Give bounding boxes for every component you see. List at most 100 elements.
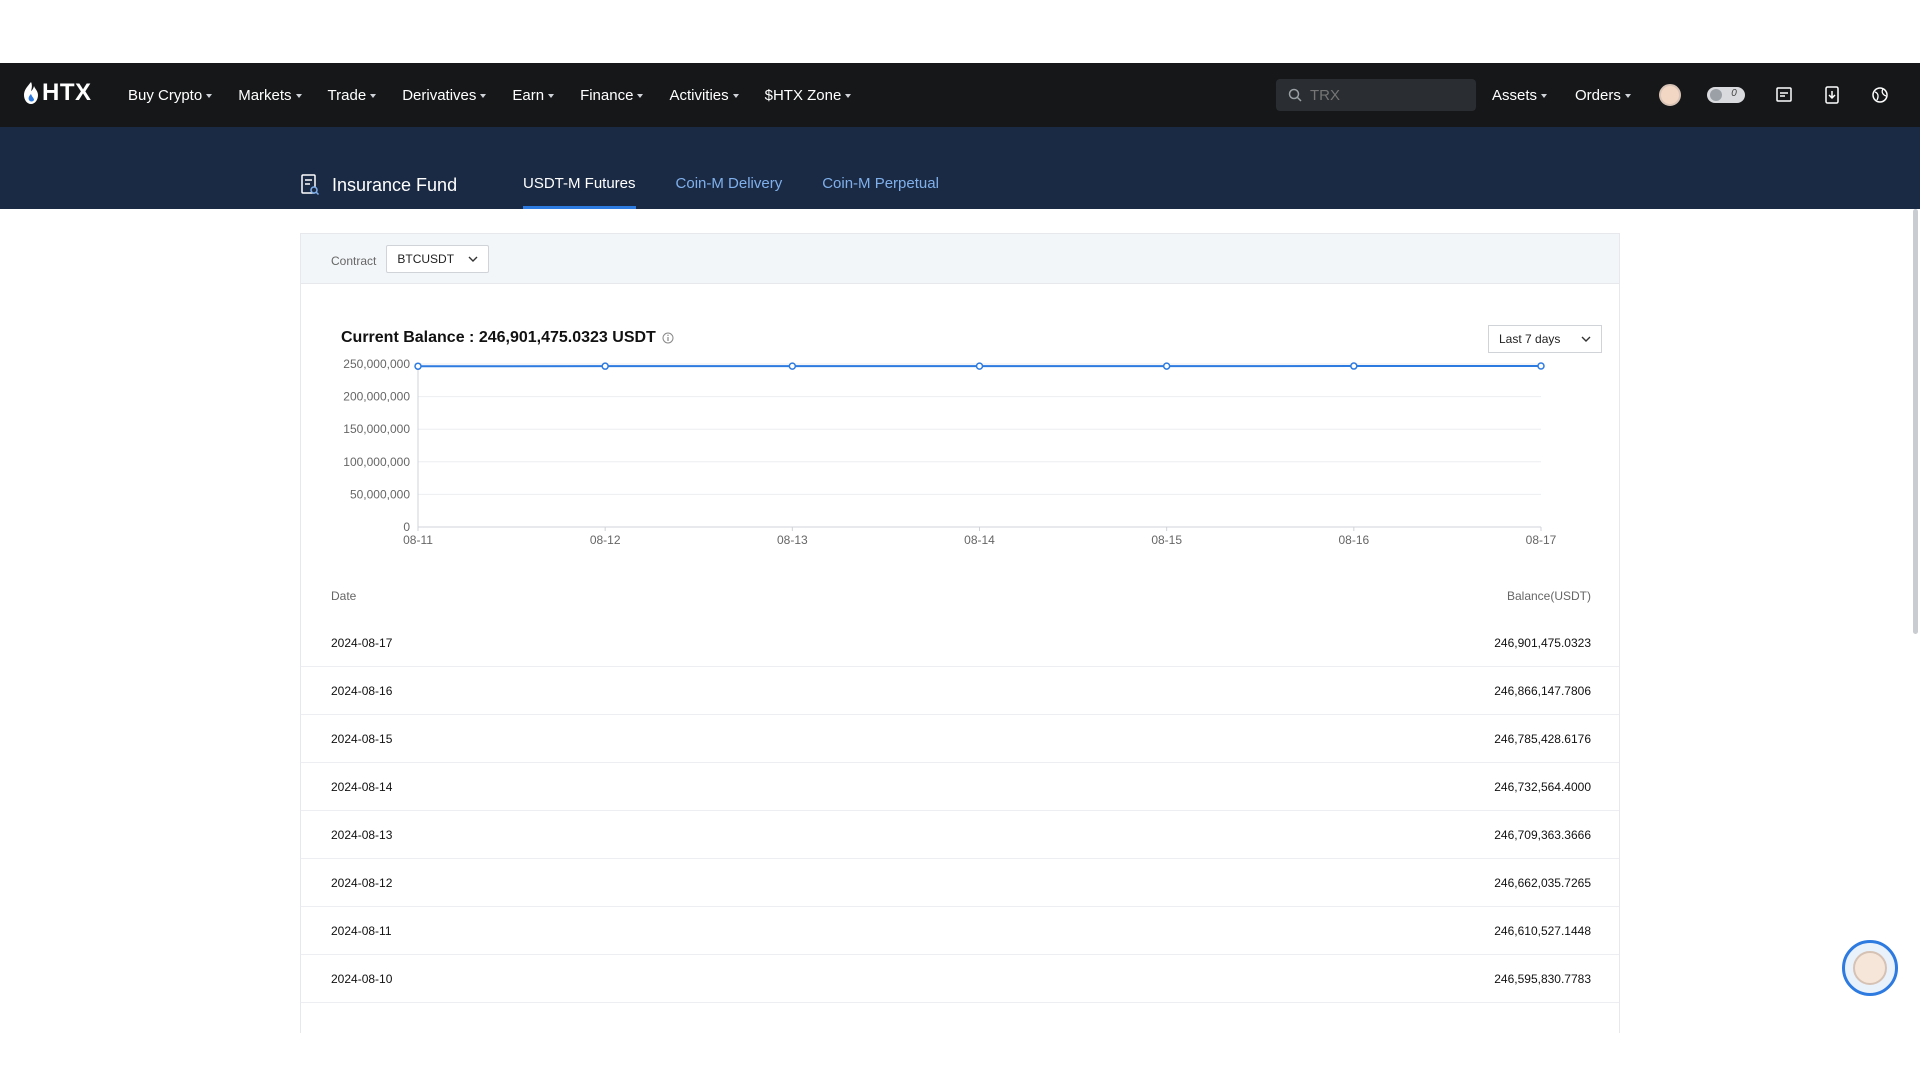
row-date: 2024-08-17	[331, 635, 393, 650]
product-tabs: USDT-M Futures Coin-M Delivery Coin-M Perp…	[523, 165, 979, 209]
y-tick-label: 250,000,000	[343, 357, 410, 371]
search-icon	[1288, 88, 1302, 102]
search-box[interactable]	[1276, 79, 1476, 111]
current-balance: Current Balance : 246,901,475.0323 USDT	[341, 329, 674, 347]
row-balance: 246,610,527.1448	[1494, 923, 1591, 938]
notification-count: 0	[1731, 88, 1737, 99]
data-point	[1350, 362, 1358, 370]
nav-markets-label: Markets	[238, 86, 292, 104]
support-avatar-icon	[1853, 951, 1887, 985]
avatar	[1658, 84, 1681, 106]
nav-buy-crypto-label: Buy Crypto	[128, 86, 203, 104]
nav-assets-label: Assets	[1492, 86, 1538, 104]
notification-toggle[interactable]: 0	[1706, 87, 1745, 103]
x-tick-label: 08-13	[777, 533, 808, 547]
balance-line-chart: 250,000,000 200,000,000 150,000,000 100,000…	[343, 357, 1556, 547]
row-date: 2024-08-14	[331, 779, 393, 794]
chevron-down-icon	[370, 94, 377, 98]
y-tick-label: 50,000,000	[350, 487, 410, 501]
nav-activities[interactable]: Activities	[669, 86, 739, 104]
table-row: 2024-08-13 246,709,363.3666	[301, 811, 1619, 859]
logo-text: HTX	[42, 79, 92, 106]
scrollbar-thumb[interactable]	[1913, 209, 1918, 634]
chevron-down-icon	[1624, 94, 1631, 98]
chevron-down-icon	[295, 94, 302, 98]
y-tick-label: 150,000,000	[343, 422, 410, 436]
x-tick-label: 08-16	[1338, 533, 1369, 547]
data-point	[414, 362, 422, 370]
nav-markets[interactable]: Markets	[238, 86, 302, 104]
chevron-down-icon	[468, 256, 478, 262]
tab-coin-m-perpetual[interactable]: Coin-M Perpetual	[822, 165, 939, 209]
nav-trade[interactable]: Trade	[328, 87, 377, 104]
x-tick-label: 08-12	[590, 533, 621, 547]
y-tick-label: 0	[403, 520, 410, 534]
y-tick-label: 200,000,000	[343, 390, 410, 404]
page-scrollbar[interactable]	[1910, 209, 1920, 634]
table-row: 2024-08-10 246,595,830.7783	[301, 955, 1619, 1003]
page-banner: Insurance Fund USDT-M Futures Coin-M Deli…	[0, 127, 1920, 209]
nav-derivatives[interactable]: Derivatives	[402, 87, 487, 104]
tab-coin-m-delivery[interactable]: Coin-M Delivery	[676, 165, 783, 209]
balance-table: 2024-08-17 246,901,475.0323 2024-08-16 246,…	[301, 619, 1619, 1003]
row-date: 2024-08-12	[331, 875, 393, 890]
nav-htx-zone[interactable]: $HTX Zone	[765, 87, 852, 104]
row-balance: 246,595,830.7783	[1494, 971, 1591, 986]
nav-earn-label: Earn	[512, 86, 545, 104]
nav-assets[interactable]: Assets	[1492, 86, 1548, 104]
htx-logo[interactable]: HTX	[22, 79, 92, 107]
language-button[interactable]	[1869, 84, 1891, 106]
support-chat-button[interactable]	[1842, 940, 1898, 996]
contract-select[interactable]: BTCUSDT	[386, 244, 490, 273]
row-balance: 246,709,363.3666	[1494, 827, 1591, 842]
row-balance: 246,732,564.4000	[1494, 779, 1591, 794]
chevron-down-icon	[548, 94, 555, 98]
flame-icon	[24, 82, 38, 104]
download-icon	[1825, 86, 1839, 104]
chevron-down-icon	[845, 94, 852, 98]
table-row: 2024-08-11 246,610,527.1448	[301, 907, 1619, 955]
filter-bar: Contract BTCUSDT	[301, 234, 1619, 284]
row-date: 2024-08-16	[331, 683, 393, 698]
search-input[interactable]	[1310, 86, 1460, 104]
row-date: 2024-08-10	[331, 971, 393, 986]
row-date: 2024-08-15	[331, 731, 393, 746]
table-row: 2024-08-12 246,662,035.7265	[301, 859, 1619, 907]
data-point	[1162, 362, 1171, 370]
page-title-text: Insurance Fund	[332, 174, 458, 195]
chevron-down-icon	[637, 94, 644, 98]
time-range-select[interactable]: Last 7 days	[1488, 325, 1602, 353]
main-navbar: HTX Buy Crypto Markets Trade Derivatives Ear…	[0, 63, 1920, 127]
globe-icon	[1872, 87, 1888, 103]
user-avatar-button[interactable]	[1658, 84, 1681, 106]
row-date: 2024-08-11	[331, 923, 392, 938]
nav-htx-zone-label: $HTX Zone	[764, 86, 842, 104]
data-point	[601, 362, 609, 370]
current-balance-text: Current Balance : 246,901,475.0323 USDT	[341, 329, 656, 346]
nav-buy-crypto[interactable]: Buy Crypto	[128, 86, 213, 104]
nav-finance[interactable]: Finance	[580, 87, 644, 104]
balance-column-header: Balance(USDT)	[1506, 589, 1591, 603]
x-tick-label: 08-11	[403, 533, 433, 547]
row-balance: 246,866,147.7806	[1494, 683, 1591, 698]
table-row: 2024-08-16 246,866,147.7806	[301, 667, 1619, 715]
contract-value: BTCUSDT	[397, 251, 455, 266]
tab-usdt-m-futures[interactable]: USDT-M Futures	[523, 165, 636, 209]
info-icon[interactable]	[662, 332, 674, 344]
table-row: 2024-08-17 246,901,475.0323	[301, 619, 1619, 667]
x-tick-label: 08-15	[1151, 533, 1182, 547]
nav-activities-label: Activities	[669, 86, 729, 104]
messages-button[interactable]	[1773, 84, 1795, 106]
data-point	[975, 362, 984, 370]
contract-label: Contract	[331, 253, 377, 268]
chevron-down-icon	[206, 94, 213, 98]
chevron-down-icon	[1541, 94, 1548, 98]
insurance-fund-card: Contract BTCUSDT Current Balance : 246,9…	[300, 233, 1620, 1033]
row-balance: 246,901,475.0323	[1494, 635, 1591, 650]
download-button[interactable]	[1821, 84, 1843, 106]
nav-trade-label: Trade	[327, 86, 367, 104]
chevron-down-icon	[480, 94, 487, 98]
nav-earn[interactable]: Earn	[512, 86, 555, 104]
nav-menu: Buy Crypto Markets Trade Derivatives Earn Fin…	[128, 63, 877, 127]
nav-orders[interactable]: Orders	[1575, 87, 1631, 104]
